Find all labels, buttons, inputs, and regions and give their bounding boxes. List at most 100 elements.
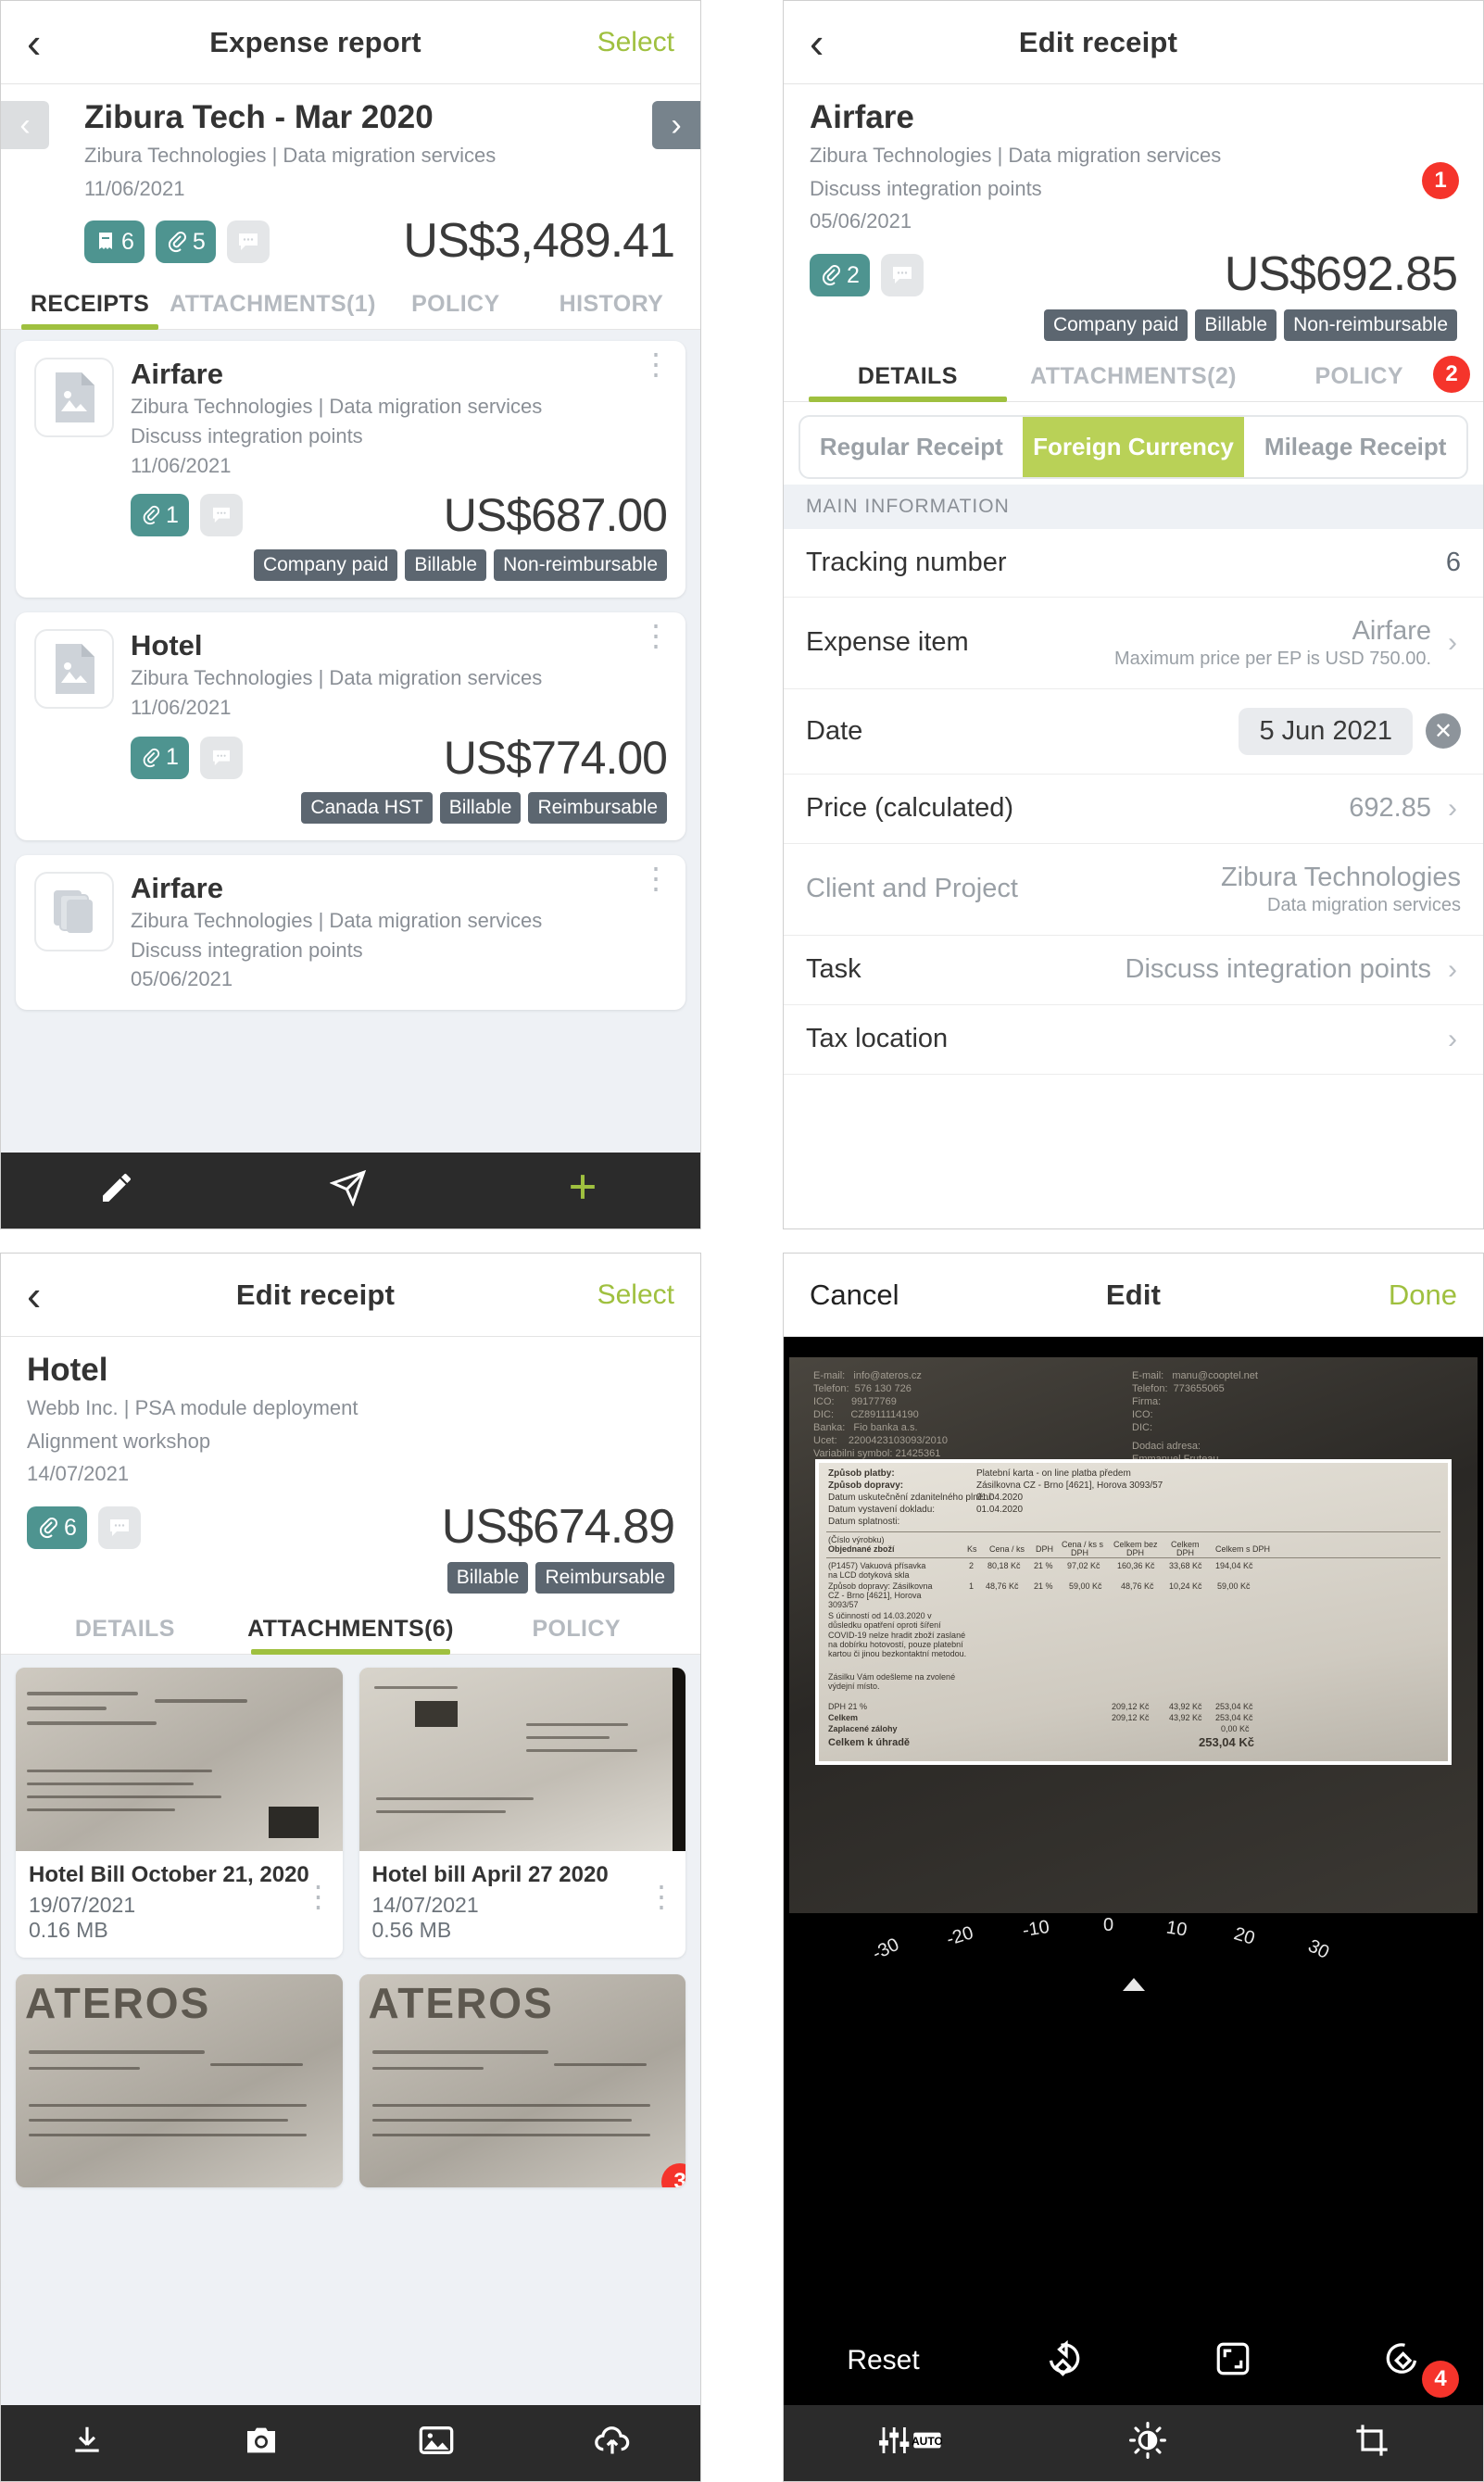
tab-history[interactable]: HISTORY: [534, 278, 689, 329]
more-options-icon[interactable]: ⋮: [647, 1882, 676, 1911]
attachment-count-chip[interactable]: 1: [131, 736, 189, 779]
more-options-icon[interactable]: ⋮: [641, 863, 671, 893]
attachment-count-chip[interactable]: 2: [810, 254, 870, 297]
done-button[interactable]: Done: [1300, 1279, 1457, 1312]
receipt-amount: US$674.89: [441, 1500, 675, 1555]
send-icon[interactable]: [329, 1169, 367, 1212]
receipt-tags: Canada HST Billable Reimbursable: [131, 791, 667, 824]
tab-attachments[interactable]: ATTACHMENTS(1): [168, 278, 378, 329]
receipt-thumbnail: [34, 871, 114, 951]
prev-report-button[interactable]: ‹: [1, 101, 49, 149]
back-icon[interactable]: ‹: [27, 21, 68, 64]
row-date[interactable]: Date 5 Jun 2021 ✕: [784, 689, 1483, 775]
receipt-count-chip[interactable]: 6: [84, 220, 145, 264]
next-report-button[interactable]: ›: [652, 101, 700, 149]
receipt-task: Alignment workshop: [27, 1429, 211, 1453]
select-button[interactable]: Select: [563, 27, 674, 58]
comment-chip[interactable]: [97, 1506, 141, 1550]
chevron-right-icon: ›: [1448, 792, 1457, 824]
receipt-tags: Billable Reimbursable: [27, 1562, 674, 1594]
tab-policy[interactable]: POLICY: [463, 1603, 689, 1654]
image-file-icon: [56, 644, 94, 695]
report-date: 11/06/2021: [84, 176, 185, 200]
attachment-count-chip[interactable]: 5: [155, 220, 216, 264]
receipt-card[interactable]: ⋮ Hotel Zibura Technologies | Data migra…: [16, 612, 685, 840]
comment-icon: [212, 750, 230, 765]
cancel-button[interactable]: Cancel: [810, 1279, 967, 1312]
segment-regular-receipt[interactable]: Regular Receipt: [800, 417, 1023, 477]
receipt-card[interactable]: ⋮ Airfare Zibura Technologies | Data mig…: [16, 341, 685, 598]
receipt-type-segmented[interactable]: Regular Receipt Foreign Currency Mileage…: [799, 415, 1468, 479]
attachment-card[interactable]: ATEROS 3: [358, 1973, 685, 2187]
attachment-count-chip[interactable]: 6: [27, 1506, 87, 1550]
tab-details[interactable]: DETAILS: [795, 350, 1021, 403]
rotation-dial[interactable]: -30 -20 -10 0 10 20 30: [784, 1915, 1483, 2004]
row-tax-location[interactable]: Tax location ›: [784, 1005, 1483, 1075]
clear-date-icon[interactable]: ✕: [1426, 713, 1461, 750]
row-task[interactable]: Task Discuss integration points ›: [784, 936, 1483, 1005]
tab-attachments[interactable]: ATTACHMENTS(2): [1021, 350, 1247, 401]
crop-icon[interactable]: [1353, 2422, 1390, 2464]
row-price-calculated[interactable]: Price (calculated) 692.85 ›: [784, 775, 1483, 844]
brightness-icon[interactable]: [1128, 2421, 1167, 2465]
panel3-bottom-toolbar: [1, 2405, 700, 2481]
back-icon[interactable]: ‹: [810, 21, 850, 64]
attachment-card[interactable]: ⋮ Hotel bill April 27 2020 14/07/2021 0.…: [358, 1668, 685, 1958]
receipt-date: 11/06/2021: [131, 453, 232, 477]
chip-count: 6: [121, 228, 134, 255]
receipt-title: Airfare: [131, 358, 223, 391]
comment-chip[interactable]: [199, 736, 243, 779]
receipt-photo[interactable]: E-mail: info@ateros.cz Telefon: 576 130 …: [789, 1357, 1478, 1913]
receipt-list[interactable]: ⋮ Airfare Zibura Technologies | Data mig…: [1, 330, 700, 1228]
more-options-icon[interactable]: ⋮: [641, 621, 671, 650]
camera-icon[interactable]: [243, 2422, 280, 2464]
comment-chip[interactable]: [199, 494, 243, 537]
select-button[interactable]: Select: [563, 1279, 674, 1311]
cloud-upload-icon[interactable]: [593, 2423, 632, 2463]
editor-tool-bar: AUTO: [784, 2405, 1483, 2481]
dial-tick: -10: [1021, 1916, 1051, 1942]
status-badge: Non-reimbursable: [1284, 309, 1457, 342]
gallery-icon[interactable]: [418, 2423, 455, 2463]
panel2-navbar: ‹ Edit receipt: [784, 1, 1483, 84]
receipt-card[interactable]: ⋮ Airfare Zibura Technologies | Data mig…: [16, 854, 685, 1010]
row-tracking-number[interactable]: Tracking number 6: [784, 529, 1483, 598]
chip-count: 2: [847, 261, 860, 288]
tab-receipts[interactable]: RECEIPTS: [12, 278, 168, 331]
rotate-left-icon[interactable]: [1046, 2338, 1087, 2384]
adjust-auto-icon[interactable]: AUTO: [877, 2425, 942, 2462]
receipt-task: Discuss integration points: [810, 176, 1042, 200]
attachment-count-chip[interactable]: 1: [131, 494, 189, 537]
attachment-card[interactable]: ATEROS: [16, 1973, 343, 2187]
status-badge: Canada HST: [301, 791, 433, 824]
row-expense-item[interactable]: Expense item Airfare Maximum price per E…: [784, 598, 1483, 689]
comment-chip[interactable]: [226, 220, 270, 264]
crop-frame[interactable]: Způsob platby: Platební karta - on line …: [815, 1459, 1452, 1765]
tab-attachments[interactable]: ATTACHMENTS(6): [238, 1603, 464, 1656]
reset-button[interactable]: Reset: [847, 2345, 919, 2376]
download-icon[interactable]: [69, 2423, 105, 2463]
aspect-ratio-icon[interactable]: [1214, 2339, 1252, 2383]
receipt-amount: US$774.00: [443, 731, 668, 784]
pencil-icon[interactable]: [98, 1169, 135, 1212]
page-title: Edit receipt: [235, 1278, 396, 1311]
comment-chip[interactable]: [880, 254, 924, 297]
segment-foreign-currency[interactable]: Foreign Currency: [1022, 417, 1245, 477]
segment-mileage-receipt[interactable]: Mileage Receipt: [1244, 417, 1466, 477]
plus-icon[interactable]: [562, 1166, 603, 1216]
editor-canvas[interactable]: E-mail: info@ateros.cz Telefon: 576 130 …: [784, 1337, 1483, 2481]
chip-count: 1: [166, 744, 179, 771]
attachments-scroll[interactable]: ⋮ Hotel Bill October 21, 2020 19/07/2021…: [1, 1655, 700, 2481]
rotate-right-icon[interactable]: [1379, 2338, 1420, 2384]
row-client-and-project[interactable]: Client and Project Zibura Technologies D…: [784, 844, 1483, 936]
annotation-badge-1: 1: [1422, 162, 1459, 199]
tab-details[interactable]: DETAILS: [12, 1603, 238, 1654]
back-icon[interactable]: ‹: [27, 1274, 68, 1317]
tab-policy[interactable]: POLICY: [378, 278, 534, 329]
date-value-pill[interactable]: 5 Jun 2021: [1239, 707, 1413, 755]
attachment-card[interactable]: ⋮ Hotel Bill October 21, 2020 19/07/2021…: [16, 1668, 343, 1958]
more-options-icon[interactable]: ⋮: [304, 1882, 333, 1911]
status-badge: Billable: [405, 549, 487, 582]
dial-tick: 10: [1164, 1917, 1188, 1941]
more-options-icon[interactable]: ⋮: [641, 349, 671, 379]
